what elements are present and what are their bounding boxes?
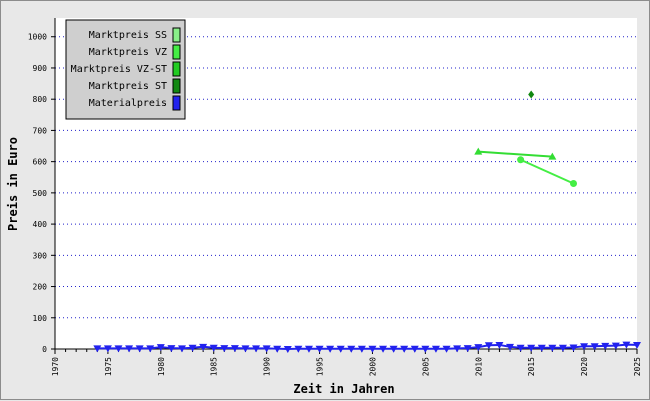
x-tick-label: 1970 [51,357,60,376]
legend-label: Marktpreis VZ-ST [71,64,167,75]
y-tick-label: 100 [33,314,48,323]
chart-frame: 0 100 200 300 400 500 600 700 800 900 1000 1970 1975… [0,0,650,400]
legend-swatch [172,44,181,60]
y-tick-label: 900 [33,64,48,73]
legend-label: Marktpreis ST [89,81,167,92]
legend-label: Materialpreis [89,98,167,109]
y-tick-label: 700 [33,126,48,135]
y-tick-label: 600 [33,158,48,167]
x-tick-label: 1990 [263,357,272,376]
legend-label: Marktpreis VZ [89,47,167,58]
legend: Marktpreis SS Marktpreis VZ Marktpreis VZ-… [65,19,186,120]
y-tick-label: 200 [33,283,48,292]
x-tick-label: 2025 [633,357,642,376]
y-tick-label: 300 [33,251,48,260]
y-tick-label: 0 [42,345,47,354]
legend-swatch [172,95,181,111]
legend-swatch [172,78,181,94]
legend-swatch [172,61,181,77]
x-tick-label: 2005 [421,357,430,376]
price-chart: 0 100 200 300 400 500 600 700 800 900 1000 1970 1975… [6,18,642,396]
legend-label: Marktpreis SS [89,30,167,41]
y-tick-label: 1000 [28,33,47,42]
x-tick-label: 2010 [474,357,483,376]
x-tick-label: 2015 [527,357,536,376]
y-tick-label: 500 [33,189,48,198]
x-axis-label: Zeit in Jahren [293,382,394,396]
y-tick-label: 400 [33,220,48,229]
y-tick-label: 800 [33,95,48,104]
data-point [517,156,525,164]
x-tick-label: 2020 [580,357,589,376]
x-tick-label: 1995 [316,357,325,376]
x-tick-label: 2000 [368,357,377,376]
x-tick-label: 1975 [104,357,113,376]
legend-swatch [172,27,181,43]
x-tick-label: 1985 [210,357,219,376]
y-axis-label: Preis in Euro [6,137,20,231]
data-point [570,180,578,187]
x-tick-label: 1980 [157,357,166,376]
